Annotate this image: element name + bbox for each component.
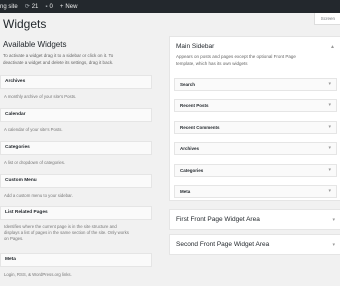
sidebar-widget-label: Recent Comments [180, 125, 220, 130]
expand-arrow-icon[interactable]: ▾ [328, 165, 331, 176]
comments-link[interactable]: ▪ 0 [45, 4, 52, 10]
widget-custom-menu[interactable]: Custom Menu [0, 174, 152, 188]
widget-list-related-pages[interactable]: List Related Pages [0, 206, 152, 220]
screen-options-button[interactable]: Screen [313, 13, 340, 25]
sidebar-widget-categories[interactable]: Categories ▾ [174, 164, 337, 177]
main-sidebar-header[interactable]: Main Sidebar ▲ [170, 37, 340, 57]
first-front-page-area-header[interactable]: First Front Page Widget Area ▾ [170, 210, 340, 230]
expand-arrow-icon[interactable]: ▾ [332, 235, 335, 255]
widget-description: Add a custom menu to your sidebar. [4, 193, 73, 198]
sidebar-widget-label: Recent Posts [180, 103, 209, 108]
sidebar-widget-recent-posts[interactable]: Recent Posts ▾ [174, 99, 337, 112]
area-title: Second Front Page Widget Area [176, 241, 270, 248]
widget-description: A list or dropdown of categories. [4, 160, 66, 165]
sidebar-widget-label: Archives [180, 146, 200, 151]
new-content-link[interactable]: + New [60, 4, 78, 10]
comment-icon: ▪ [45, 3, 48, 10]
updates-link[interactable]: ⟳ 21 [24, 3, 39, 11]
expand-arrow-icon[interactable]: ▾ [328, 79, 331, 90]
expand-arrow-icon[interactable]: ▾ [328, 143, 331, 154]
available-widgets-description: To activate a widget drag it to a sideba… [3, 52, 158, 66]
widget-archives[interactable]: Archives [0, 75, 152, 89]
sidebar-widget-label: Meta [180, 189, 191, 194]
widget-description: A monthly archive of your site's Posts. [4, 94, 77, 99]
admin-bar: ng site ⟳ 21 ▪ 0 + New [0, 0, 340, 13]
second-front-page-area-header[interactable]: Second Front Page Widget Area ▾ [170, 235, 340, 255]
comments-count: 0 [49, 3, 53, 10]
available-desc-line: To activate a widget drag it to a sideba… [3, 53, 114, 58]
widget-description: Login, RSS, & WordPress.org links. [4, 272, 72, 277]
widget-description: A calendar of your site's Posts. [4, 127, 63, 132]
second-front-page-area-panel[interactable]: Second Front Page Widget Area ▾ [169, 234, 340, 255]
widget-categories[interactable]: Categories [0, 141, 152, 155]
main-sidebar-title: Main Sidebar [176, 43, 215, 50]
sidebar-widget-label: Categories [180, 168, 204, 173]
site-name-label: ng site [0, 3, 18, 10]
updates-count: 21 [31, 3, 39, 10]
updates-icon: ⟳ [24, 4, 30, 10]
sidebar-widget-label: Search [180, 82, 196, 87]
available-widgets-title: Available Widgets [3, 40, 67, 49]
expand-arrow-icon[interactable]: ▾ [328, 122, 331, 133]
widget-meta[interactable]: Meta [0, 253, 152, 267]
sidebar-widget-recent-comments[interactable]: Recent Comments ▾ [174, 121, 337, 134]
page-title: Widgets [3, 17, 47, 31]
first-front-page-area-panel[interactable]: First Front Page Widget Area ▾ [169, 209, 340, 230]
new-label: New [65, 3, 78, 10]
expand-arrow-icon[interactable]: ▾ [328, 100, 331, 111]
sidebar-widget-archives[interactable]: Archives ▾ [174, 142, 337, 155]
plus-icon: + [59, 3, 64, 10]
main-sidebar-desc-line: template, which has its own widgets [176, 60, 248, 66]
widget-description-line: on Pages. [4, 236, 24, 241]
expand-arrow-icon[interactable]: ▾ [328, 186, 331, 197]
widget-description: Identifies where the current page is in … [4, 224, 154, 242]
sidebar-widget-meta[interactable]: Meta ▾ [174, 185, 337, 198]
widget-calendar[interactable]: Calendar [0, 108, 152, 122]
collapse-arrow-icon[interactable]: ▲ [330, 37, 335, 57]
area-title: First Front Page Widget Area [176, 216, 260, 223]
expand-arrow-icon[interactable]: ▾ [332, 210, 335, 230]
sidebar-widget-search[interactable]: Search ▾ [174, 78, 337, 91]
site-name-link[interactable]: ng site [0, 4, 18, 10]
available-desc-line: deactivate a widget and delete its setti… [3, 60, 114, 65]
